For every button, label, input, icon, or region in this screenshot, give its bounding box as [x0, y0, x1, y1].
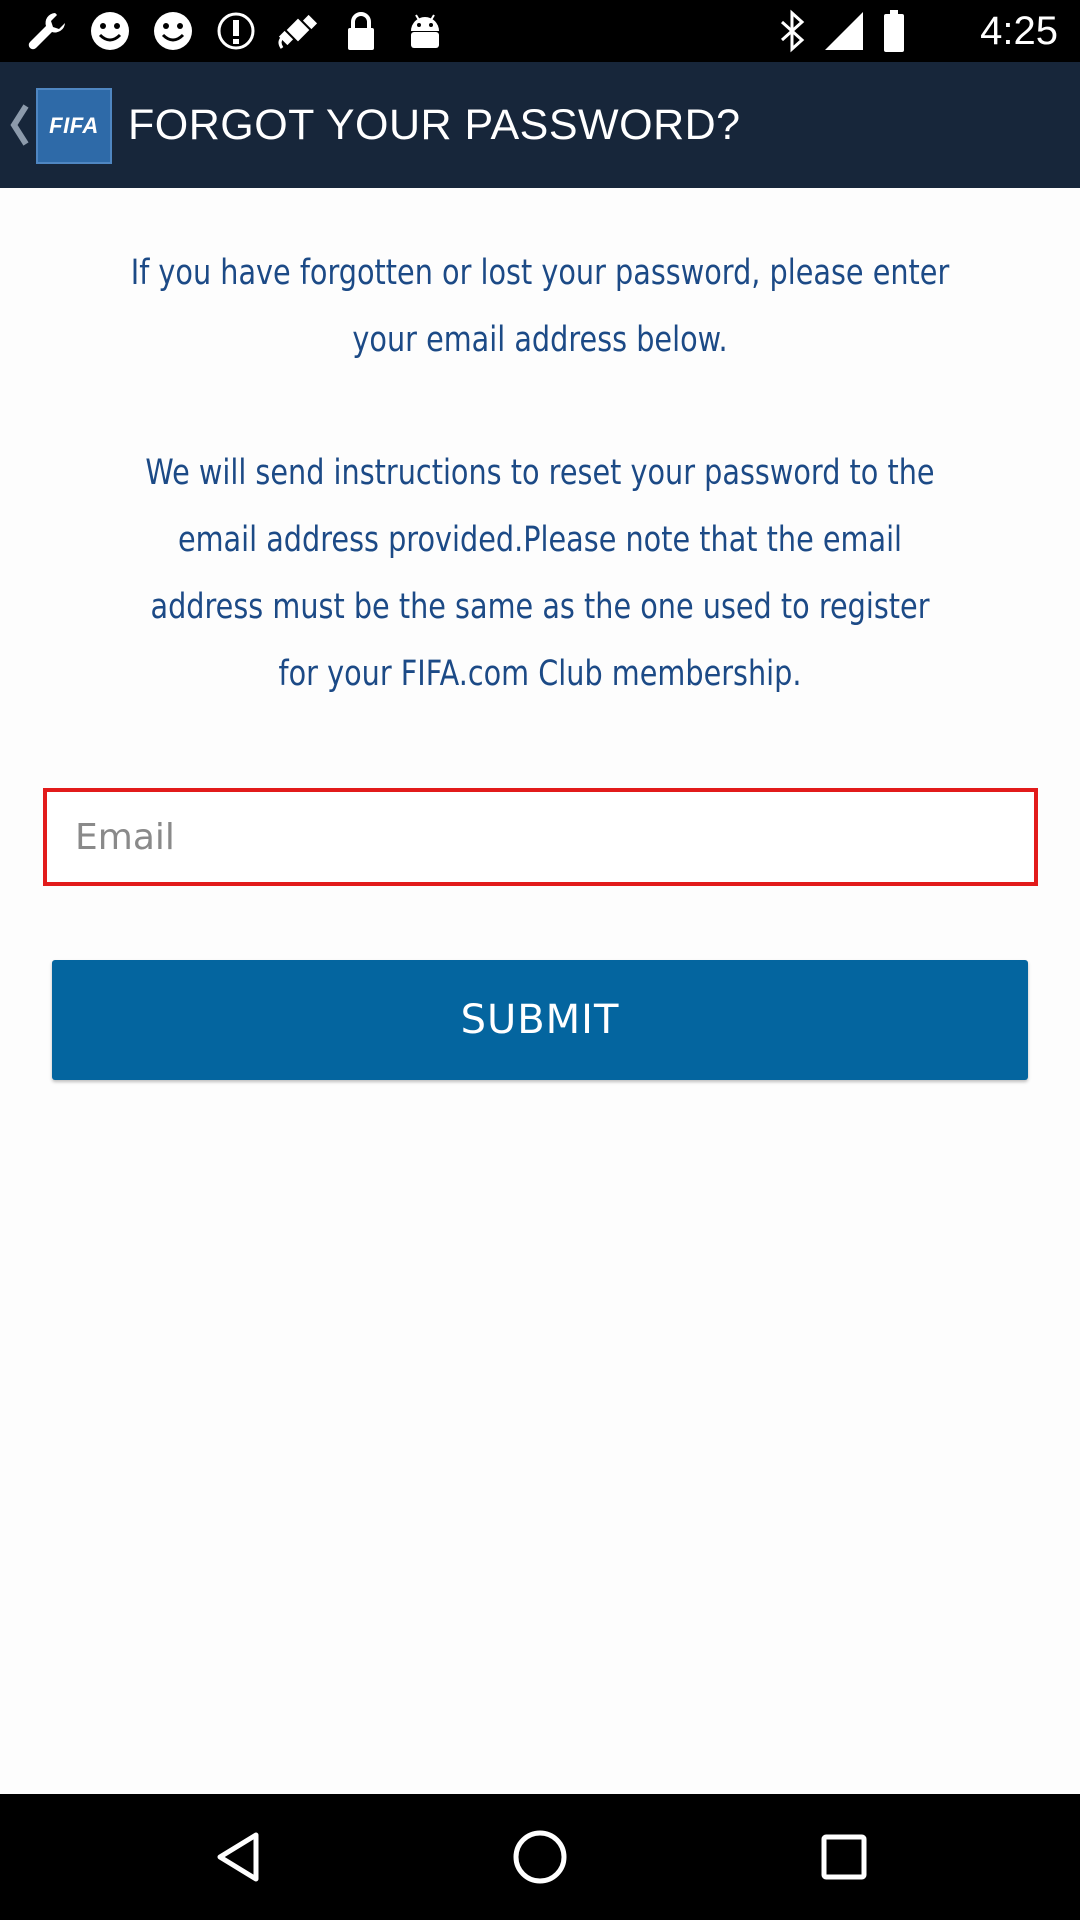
email-field[interactable]: [43, 788, 1038, 886]
signal-icon: [822, 8, 866, 54]
home-circle-icon[interactable]: [500, 1817, 580, 1897]
submit-button[interactable]: SUBMIT: [52, 960, 1028, 1080]
submit-label: SUBMIT: [460, 997, 620, 1043]
recents-square-icon[interactable]: [804, 1817, 884, 1897]
smiley-icon: [86, 8, 134, 54]
battery-icon: [878, 8, 910, 54]
navigation-bar: [0, 1794, 1080, 1920]
android-icon: [402, 8, 448, 54]
smiley-icon: [149, 8, 197, 54]
lock-icon: [340, 8, 382, 54]
wrench-icon: [22, 8, 72, 54]
chevron-left-icon[interactable]: [8, 102, 30, 148]
fake-gps-icon: [272, 8, 326, 54]
back-triangle-icon[interactable]: [200, 1817, 280, 1897]
info-icon: [212, 8, 260, 54]
clock-time: 4:25: [980, 8, 1058, 53]
bluetooth-icon: [774, 8, 810, 54]
status-bar: 4:25: [0, 0, 1080, 62]
page-title: FORGOT YOUR PASSWORD?: [128, 100, 741, 149]
instruction-text-1: If you have forgotten or lost your passw…: [130, 253, 950, 360]
instruction-text-2: We will send instructions to reset your …: [145, 453, 935, 694]
app-bar: FIFA FORGOT YOUR PASSWORD?: [0, 62, 1080, 188]
forgot-password-content: If you have forgotten or lost your passw…: [0, 188, 1080, 1794]
logo-text: FIFA: [49, 113, 99, 138]
fifa-logo[interactable]: FIFA: [36, 88, 112, 164]
email-input[interactable]: [47, 792, 1034, 882]
